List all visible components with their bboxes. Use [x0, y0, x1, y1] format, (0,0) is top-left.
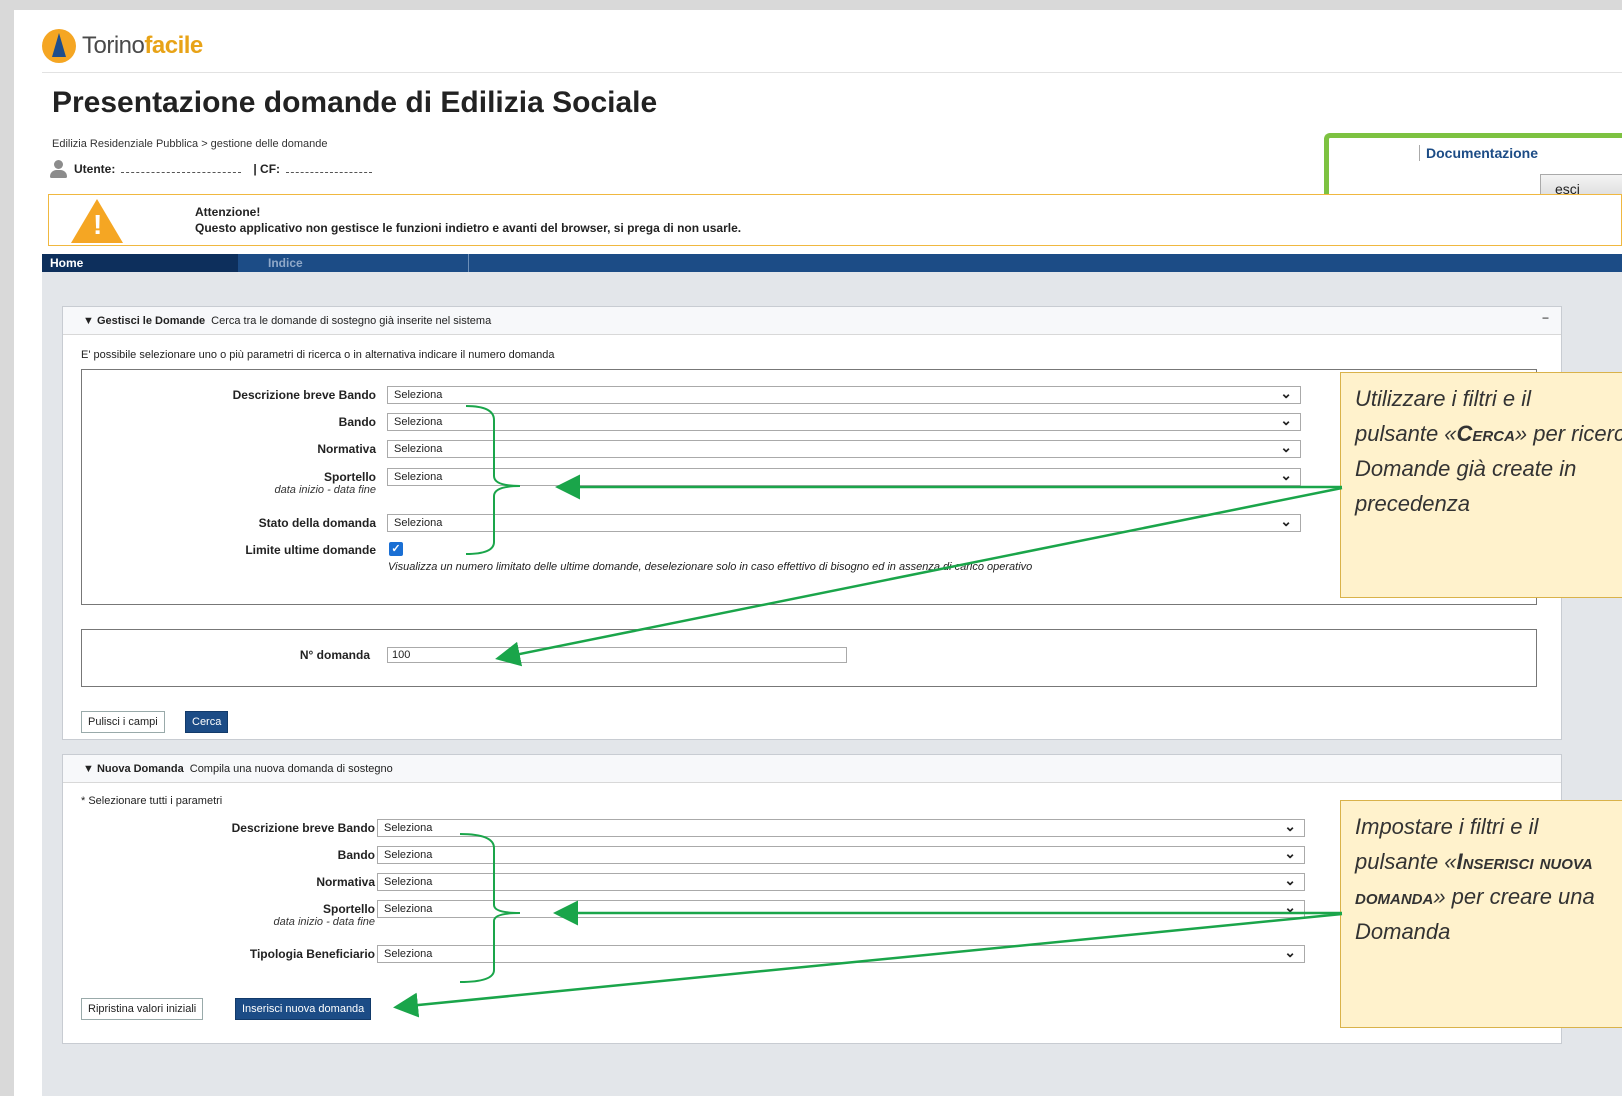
logo-text-plain: Torino — [82, 32, 145, 59]
filter-normativa-row: Normativa Seleziona ⌄ — [82, 439, 1536, 460]
new-sportello-sublabel: data inizio - data fine — [273, 916, 375, 928]
new-application-panel: ▼ Nuova Domanda Compila una nuova domanda… — [62, 754, 1562, 1044]
reset-values-button[interactable]: Ripristina valori iniziali — [81, 998, 204, 1020]
filter-normativa-select[interactable]: Seleziona ⌄ — [387, 439, 1301, 458]
collapse-icon[interactable]: − — [1542, 311, 1549, 325]
search-panel: ▼ Gestisci le Domande Cerca tra le domand… — [62, 306, 1562, 740]
filter-stato-row: Stato della domanda Seleziona ⌄ — [82, 513, 1536, 534]
search-panel-header[interactable]: ▼ Gestisci le Domande Cerca tra le domand… — [63, 307, 1561, 335]
filter-sportello-label: Sportello — [323, 470, 376, 484]
chevron-down-icon: ⌄ — [1280, 385, 1292, 401]
new-sportello-select[interactable]: Seleziona ⌄ — [377, 899, 1305, 918]
new-normativa-row: Normativa Seleziona ⌄ — [63, 872, 1561, 893]
filter-bando-label: Bando — [338, 415, 376, 429]
new-descrizione-select[interactable]: Seleziona ⌄ — [377, 818, 1305, 837]
new-tipologia-label: Tipologia Beneficiario — [249, 947, 375, 961]
filter-stato-select[interactable]: Seleziona ⌄ — [387, 513, 1301, 532]
nav-separator — [468, 254, 469, 272]
new-descrizione-label: Descrizione breve Bando — [231, 821, 375, 835]
chevron-down-icon: ⌄ — [1284, 899, 1296, 915]
numero-domanda-input[interactable]: 100 — [387, 647, 847, 663]
filter-descrizione-row: Descrizione breve Bando Seleziona ⌄ — [82, 385, 1536, 406]
search-callout-line4: precedenza — [1355, 491, 1470, 516]
filter-sportello-row: Sportello data inizio - data fine Selezi… — [82, 467, 1536, 496]
nav-index[interactable]: Indice — [268, 256, 303, 270]
chevron-down-icon: ⌄ — [1280, 513, 1292, 529]
user-icon — [48, 159, 68, 179]
numero-domanda-box: N° domanda 100 — [81, 629, 1537, 687]
limite-checkbox[interactable]: ✓ — [389, 542, 403, 556]
warning-banner: ! Attenzione! Questo applicativo non ges… — [48, 194, 1622, 246]
new-bando-label: Bando — [337, 848, 375, 862]
new-sportello-row: Sportello data inizio - data fine Selezi… — [63, 899, 1561, 928]
filter-bando-row: Bando Seleziona ⌄ — [82, 412, 1536, 433]
numero-domanda-label: N° domanda — [299, 648, 370, 662]
header-divider — [42, 72, 1622, 73]
cf-masked — [286, 165, 373, 173]
search-filters: Descrizione breve Bando Seleziona ⌄ Bando… — [81, 369, 1537, 605]
torinofacile-logo[interactable]: Torinofacile — [42, 26, 203, 66]
logo-text-accent: facile — [144, 32, 203, 59]
page-title: Presentazione domande di Edilizia Social… — [52, 86, 658, 119]
user-label: Utente: — [74, 162, 116, 176]
search-panel-title: ▼ Gestisci le Domande — [83, 315, 206, 327]
new-panel-note: * Selezionare tutti i parametri — [81, 795, 223, 807]
chevron-down-icon: ⌄ — [1284, 872, 1296, 888]
chevron-down-icon: ⌄ — [1280, 412, 1292, 428]
search-callout-line3: Domande già create in — [1355, 456, 1577, 481]
documentation-link[interactable]: Documentazione — [1419, 145, 1538, 161]
filter-descrizione-select[interactable]: Seleziona ⌄ — [387, 385, 1301, 404]
new-bando-select[interactable]: Seleziona ⌄ — [377, 845, 1305, 864]
breadcrumb: Edilizia Residenziale Pubblica > gestion… — [52, 138, 328, 150]
main-nav: Home Indice — [42, 254, 1622, 272]
filter-bando-select[interactable]: Seleziona ⌄ — [387, 412, 1301, 431]
cf-label: | CF: — [253, 162, 281, 176]
new-callout-line4: Domanda — [1355, 919, 1451, 944]
filter-normativa-label: Normativa — [317, 442, 376, 456]
new-normativa-select[interactable]: Seleziona ⌄ — [377, 872, 1305, 891]
search-note: E' possibile selezionare uno o più param… — [81, 349, 555, 361]
search-panel-desc: Cerca tra le domande di sostegno già ins… — [211, 315, 492, 327]
search-callout: Utilizzare i filtri e il pulsante «Cerca… — [1340, 372, 1622, 598]
new-callout-keyword: Inserisci nuova — [1456, 849, 1593, 874]
new-panel-title: ▼ Nuova Domanda — [83, 763, 184, 775]
new-bando-row: Bando Seleziona ⌄ — [63, 845, 1561, 866]
nav-home[interactable]: Home — [42, 254, 238, 272]
filter-descrizione-label: Descrizione breve Bando — [232, 388, 376, 402]
filter-sportello-sublabel: data inizio - data fine — [274, 484, 376, 496]
user-name-masked — [121, 165, 242, 173]
insert-new-application-button[interactable]: Inserisci nuova domanda — [235, 998, 372, 1020]
new-application-filters: Descrizione breve Bando Seleziona ⌄ Bando… — [63, 818, 1561, 999]
filter-limite-label: Limite ultime domande — [245, 543, 376, 557]
filter-stato-label: Stato della domanda — [258, 516, 376, 530]
new-normativa-label: Normativa — [316, 875, 375, 889]
filter-sportello-select[interactable]: Seleziona ⌄ — [387, 467, 1301, 486]
new-sportello-label: Sportello — [322, 902, 375, 916]
search-button[interactable]: Cerca — [185, 711, 229, 733]
chevron-down-icon: ⌄ — [1280, 439, 1292, 455]
warning-title: Attenzione! — [195, 205, 261, 219]
chevron-down-icon: ⌄ — [1284, 818, 1296, 834]
clear-fields-button[interactable]: Pulisci i campi — [81, 711, 165, 733]
search-callout-line1: Utilizzare i filtri e il — [1355, 386, 1532, 411]
new-tipologia-row: Tipologia Beneficiario Seleziona ⌄ — [63, 944, 1561, 965]
logo-mark-icon — [42, 29, 76, 63]
new-callout-line1: Impostare i filtri e il — [1355, 814, 1539, 839]
search-callout-keyword: Cerca — [1456, 421, 1515, 446]
warning-text: Questo applicativo non gestisce le funzi… — [195, 221, 742, 235]
limite-hint: Visualizza un numero limitato delle ulti… — [388, 561, 1033, 573]
filter-limite-row: Limite ultime domande ✓ Visualizza un nu… — [82, 541, 1536, 573]
new-descrizione-row: Descrizione breve Bando Seleziona ⌄ — [63, 818, 1561, 839]
chevron-down-icon: ⌄ — [1280, 467, 1292, 483]
new-panel-desc: Compila una nuova domanda di sostegno — [189, 763, 393, 775]
user-info: Utente: | CF: — [48, 159, 384, 179]
new-panel-header[interactable]: ▼ Nuova Domanda Compila una nuova domanda… — [63, 755, 1561, 783]
new-tipologia-select[interactable]: Seleziona ⌄ — [377, 944, 1305, 963]
warning-icon-mark: ! — [93, 209, 103, 240]
chevron-down-icon: ⌄ — [1284, 845, 1296, 861]
chevron-down-icon: ⌄ — [1284, 944, 1296, 960]
new-callout: Impostare i filtri e il pulsante «Inseri… — [1340, 800, 1622, 1028]
